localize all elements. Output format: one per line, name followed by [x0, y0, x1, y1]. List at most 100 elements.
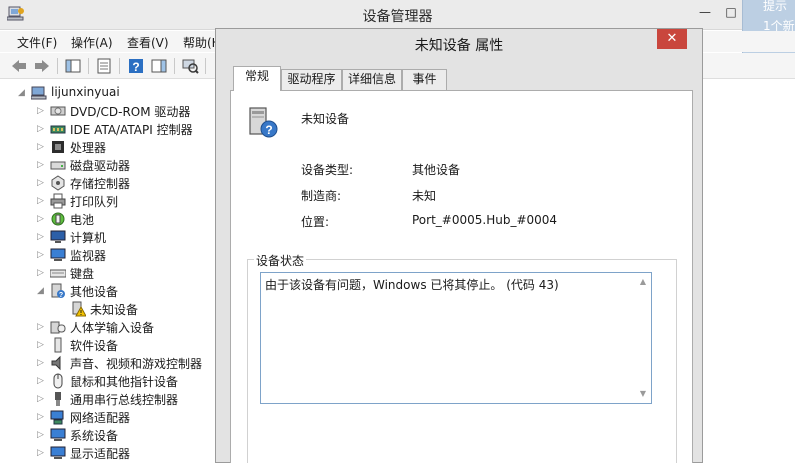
tree-item-keyboard[interactable]: ▷ 键盘 — [0, 264, 217, 282]
minimize-button[interactable]: — — [695, 4, 715, 20]
mouse-icon — [50, 373, 66, 389]
tree-item-system[interactable]: ▷ 系统设备 — [0, 426, 217, 444]
expanded-arrow-icon[interactable]: ◢ — [37, 285, 47, 297]
collapsed-arrow-icon[interactable]: ▷ — [37, 375, 47, 387]
svg-text:?: ? — [132, 60, 139, 74]
svg-text:?: ? — [59, 292, 63, 299]
collapsed-arrow-icon[interactable]: ▷ — [37, 249, 47, 261]
collapsed-arrow-icon[interactable]: ▷ — [37, 447, 47, 459]
collapsed-arrow-icon[interactable]: ▷ — [37, 267, 47, 279]
tree-item-battery[interactable]: ▷ 电池 — [0, 210, 217, 228]
collapsed-arrow-icon[interactable]: ▷ — [37, 105, 47, 117]
tree-item-label: 存储控制器 — [70, 177, 131, 191]
tab-driver[interactable]: 驱动程序 — [281, 69, 342, 90]
tree-item-display[interactable]: ▷ 显示适配器 — [0, 444, 217, 462]
collapsed-arrow-icon[interactable]: ▷ — [37, 393, 47, 405]
tab-events[interactable]: 事件 — [402, 69, 447, 90]
device-status-legend: 设备状态 — [254, 252, 307, 269]
tree-item-disk[interactable]: ▷ 磁盘驱动器 — [0, 156, 217, 174]
tree-item-computer[interactable]: ▷ 计算机 — [0, 228, 217, 246]
scroll-down-icon[interactable]: ▼ — [637, 388, 649, 400]
collapsed-arrow-icon[interactable]: ▷ — [37, 339, 47, 351]
device-status-text: 由于该设备有问题，Windows 已将其停止。 (代码 43) — [265, 278, 559, 292]
tree-item-storage[interactable]: ▷ 存储控制器 — [0, 174, 217, 192]
tree-item-label: 监视器 — [70, 249, 107, 263]
collapsed-arrow-icon[interactable]: ▷ — [37, 123, 47, 135]
tree-item-print-queue[interactable]: ▷ 打印队列 — [0, 192, 217, 210]
tree-item-label: 磁盘驱动器 — [70, 159, 131, 173]
tree-item-label: 鼠标和其他指针设备 — [70, 375, 179, 389]
tree-item-hid[interactable]: ▷ 人体学输入设备 — [0, 318, 217, 336]
collapsed-arrow-icon[interactable]: ▷ — [37, 159, 47, 171]
tree-item-label: IDE ATA/ATAPI 控制器 — [70, 123, 193, 137]
tree-item-processor[interactable]: ▷ 处理器 — [0, 138, 217, 156]
device-tree: ◢ lijunxinyuai ▷ DVD/CD-ROM 驱动器 ▷ IDE AT… — [0, 80, 217, 463]
tree-item-ide[interactable]: ▷ IDE ATA/ATAPI 控制器 — [0, 120, 217, 138]
tree-item-sound[interactable]: ▷ 声音、视频和游戏控制器 — [0, 354, 217, 372]
tab-general[interactable]: 常规 — [233, 66, 281, 91]
toolbar-separator — [174, 58, 175, 74]
device-type-value: 其他设备 — [412, 163, 461, 177]
speaker-icon — [50, 355, 66, 371]
status-scrollbar[interactable]: ▲ ▼ — [635, 273, 651, 403]
window-title: 设备管理器 — [362, 9, 433, 25]
tree-item-label: 其他设备 — [70, 285, 119, 299]
tree-item-mouse[interactable]: ▷ 鼠标和其他指针设备 — [0, 372, 217, 390]
collapsed-arrow-icon[interactable]: ▷ — [37, 177, 47, 189]
unknown-device-warning-icon — [70, 301, 87, 317]
tree-item-monitor[interactable]: ▷ 监视器 — [0, 246, 217, 264]
device-type-label: 设备类型: — [301, 163, 354, 177]
collapsed-arrow-icon[interactable]: ▷ — [37, 357, 47, 369]
properties-sheet-icon[interactable] — [95, 57, 113, 75]
dvd-drive-icon — [50, 103, 66, 119]
tree-item-label: 打印队列 — [70, 195, 119, 209]
printer-icon — [50, 193, 66, 209]
help-icon[interactable]: ? — [127, 57, 145, 75]
manufacturer-label: 制造商: — [301, 189, 342, 203]
tree-item-label: 网络适配器 — [70, 411, 131, 425]
software-device-icon — [50, 337, 66, 353]
ide-controller-icon — [50, 121, 66, 137]
battery-icon — [50, 211, 66, 227]
tree-item-label: 键盘 — [70, 267, 95, 281]
tree-item-network[interactable]: ▷ 网络适配器 — [0, 408, 217, 426]
toolbar-separator — [57, 58, 58, 74]
collapsed-arrow-icon[interactable]: ▷ — [37, 321, 47, 333]
tab-details[interactable]: 详细信息 — [342, 69, 402, 90]
tree-item-label: 处理器 — [70, 141, 107, 155]
hint-title: 提示 — [763, 0, 788, 13]
collapsed-arrow-icon[interactable]: ▷ — [37, 231, 47, 243]
collapsed-arrow-icon[interactable]: ▷ — [37, 429, 47, 441]
collapsed-arrow-icon[interactable]: ▷ — [37, 195, 47, 207]
tree-item-software-devices[interactable]: ▷ 软件设备 — [0, 336, 217, 354]
collapsed-arrow-icon[interactable]: ▷ — [37, 411, 47, 423]
scan-hardware-icon[interactable] — [181, 57, 199, 75]
action-pane-icon[interactable] — [150, 57, 168, 75]
collapsed-arrow-icon[interactable]: ▷ — [37, 141, 47, 153]
tree-item-usb[interactable]: ▷ 通用串行总线控制器 — [0, 390, 217, 408]
tree-item-other-devices[interactable]: ◢ ? 其他设备 — [0, 282, 217, 300]
processor-icon — [50, 139, 66, 155]
monitor-icon — [50, 247, 66, 263]
collapsed-arrow-icon[interactable]: ▷ — [37, 213, 47, 225]
tree-item-label: 电池 — [70, 213, 95, 227]
show-hide-tree-icon[interactable] — [64, 57, 82, 75]
expanded-arrow-icon[interactable]: ◢ — [18, 87, 28, 99]
menu-file[interactable]: 文件(F) — [17, 34, 57, 51]
scroll-up-icon[interactable]: ▲ — [637, 276, 649, 288]
general-tab-page: ? 未知设备 设备类型: 其他设备 制造商: 未知 位置: Port_#0005… — [230, 90, 693, 463]
network-adapter-icon — [50, 409, 66, 425]
tree-item-label: 系统设备 — [70, 429, 119, 443]
menu-view[interactable]: 查看(V) — [127, 34, 169, 51]
main-titlebar: 设备管理器 — □ — [0, 0, 795, 30]
forward-arrow-icon[interactable] — [33, 57, 51, 75]
dialog-title: 未知设备 属性 — [414, 38, 504, 54]
menu-action[interactable]: 操作(A) — [71, 34, 113, 51]
maximize-button[interactable]: □ — [721, 4, 741, 20]
device-status-textbox[interactable]: 由于该设备有问题，Windows 已将其停止。 (代码 43) ▲ ▼ — [260, 272, 652, 404]
tree-item-unknown-device[interactable]: 未知设备 — [0, 300, 217, 318]
back-arrow-icon[interactable] — [10, 57, 28, 75]
tree-item-dvd[interactable]: ▷ DVD/CD-ROM 驱动器 — [0, 102, 217, 120]
tree-root[interactable]: ◢ lijunxinyuai — [0, 84, 217, 102]
dialog-close-button[interactable]: ✕ — [657, 29, 687, 49]
